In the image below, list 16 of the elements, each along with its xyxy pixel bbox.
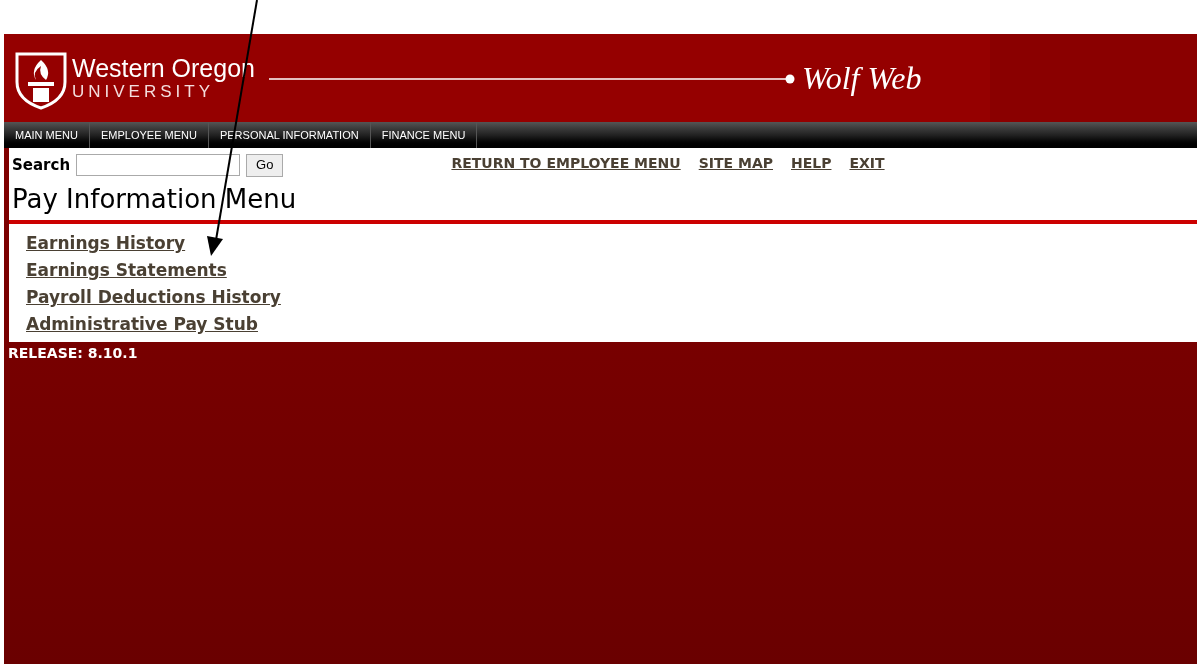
top-link[interactable]: EXIT (849, 152, 885, 174)
search-field[interactable] (76, 154, 241, 176)
logo-subtitle: UNIVERSITY (72, 83, 216, 100)
header-rule-icon (268, 74, 796, 84)
page-title: Pay Information Menu (11, 183, 298, 216)
menu-link[interactable]: Earnings Statements (26, 257, 227, 284)
site-name: Wolf Web (801, 59, 922, 98)
menu-link[interactable]: Earnings History (26, 230, 186, 257)
top-link[interactable]: SITE MAP (698, 152, 773, 174)
menu-link[interactable]: Administrative Pay Stub (26, 311, 258, 338)
go-button[interactable]: Go (246, 153, 284, 177)
menu-link[interactable]: Payroll Deductions History (26, 284, 281, 311)
top-link[interactable]: RETURN TO EMPLOYEE MENU (451, 152, 681, 174)
release-label: RELEASE: 8.10.1 (7, 344, 139, 363)
top-link[interactable]: HELP (791, 152, 832, 174)
search-label: Search (12, 154, 71, 176)
